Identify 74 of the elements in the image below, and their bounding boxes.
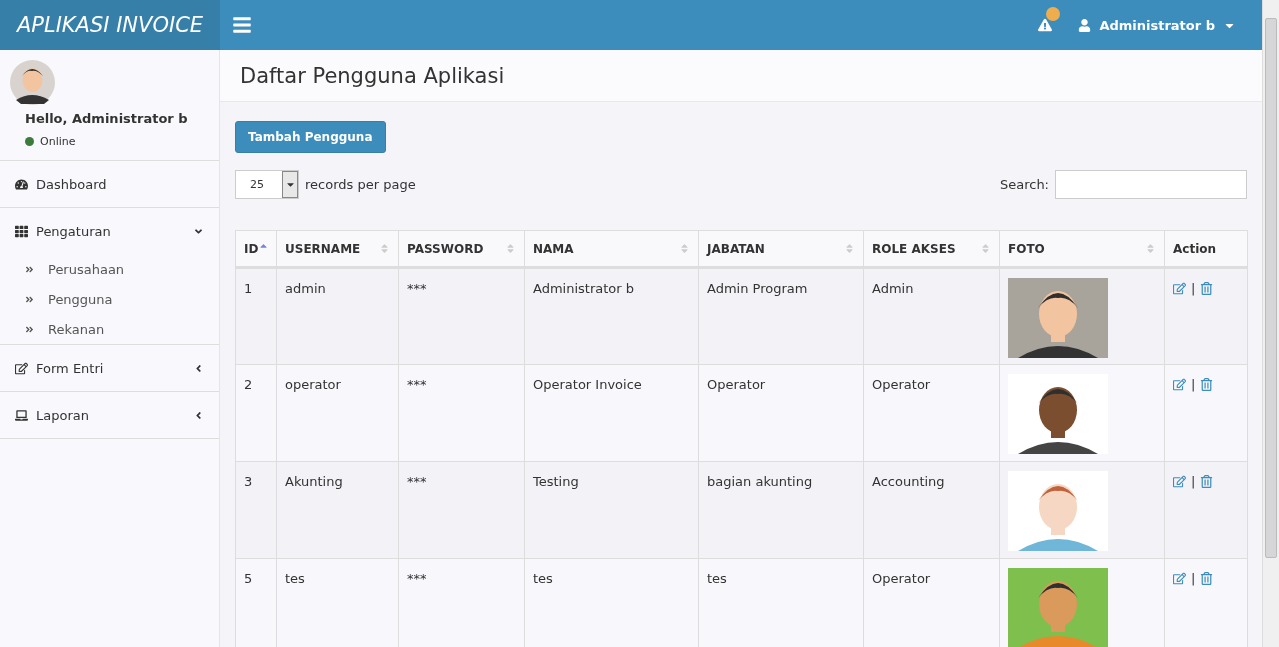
table-cell: tes (276, 558, 399, 647)
table-cell: Testing (524, 461, 699, 559)
user-menu[interactable]: Administrator b (1064, 0, 1262, 50)
column-header[interactable]: USERNAME (276, 230, 399, 268)
page-title: Daftar Pengguna Aplikasi (240, 63, 505, 88)
action-separator: | (1191, 281, 1196, 296)
table-cell: 1 (235, 267, 277, 365)
table-cell: admin (276, 267, 399, 365)
delete-button[interactable] (1200, 378, 1214, 391)
column-header[interactable]: PASSWORD (398, 230, 525, 268)
table-cell: 3 (235, 461, 277, 559)
edit-button[interactable] (1173, 378, 1186, 391)
action-separator: | (1191, 474, 1196, 489)
menu-item-icon (15, 177, 28, 191)
search-field[interactable] (1055, 170, 1247, 199)
table-cell: *** (398, 558, 525, 647)
menu-item-icon (15, 361, 28, 375)
sidebar-item[interactable]: Dashboard (0, 161, 219, 207)
delete-button[interactable] (1200, 572, 1214, 585)
column-header[interactable]: FOTO (999, 230, 1165, 268)
edit-button[interactable] (1173, 475, 1186, 488)
user-icon (1078, 18, 1092, 32)
sidebar-item[interactable]: Laporan (0, 392, 219, 438)
table-cell: tes (698, 558, 864, 647)
submenu-item[interactable]: Pengguna (0, 284, 219, 314)
column-header[interactable]: ID (235, 230, 277, 268)
table-cell: Admin Program (698, 267, 864, 365)
table-cell: tes (524, 558, 699, 647)
column-header[interactable]: Action (1164, 230, 1248, 268)
menu-icon (232, 15, 252, 35)
add-user-button[interactable]: Tambah Pengguna (235, 121, 386, 153)
double-chevron-icon (25, 264, 34, 274)
submenu-item[interactable]: Perusahaan (0, 254, 219, 284)
page-size-select[interactable]: 25 (235, 170, 299, 199)
edit-button[interactable] (1173, 572, 1186, 585)
table-cell: 2 (235, 364, 277, 462)
submenu-item[interactable]: Rekanan (0, 314, 219, 344)
page-size-label: records per page (305, 177, 416, 192)
table-cell: *** (398, 267, 525, 365)
scrollbar[interactable] (1262, 0, 1279, 647)
table-cell: Accounting (863, 461, 1000, 559)
edit-button[interactable] (1173, 282, 1186, 295)
menu-item-icon (15, 224, 28, 238)
user-greeting: Hello, Administrator b (25, 111, 189, 126)
table-cell: Administrator b (524, 267, 699, 365)
table-cell: Operator (863, 364, 1000, 462)
column-header[interactable]: ROLE AKSES (863, 230, 1000, 268)
menu-item-icon (15, 408, 28, 422)
search-label: Search: (999, 177, 1049, 192)
action-separator: | (1191, 571, 1196, 586)
delete-button[interactable] (1200, 475, 1214, 488)
sidebar-item[interactable]: Form Entri (0, 345, 219, 391)
table-cell: Akunting (276, 461, 399, 559)
table-cell: *** (398, 461, 525, 559)
table-cell: 5 (235, 558, 277, 647)
table-cell: *** (398, 364, 525, 462)
table-cell: Operator Invoice (524, 364, 699, 462)
warning-icon (1038, 18, 1053, 32)
column-header[interactable]: JABATAN (698, 230, 864, 268)
delete-button[interactable] (1200, 282, 1214, 295)
avatar (10, 60, 55, 105)
table-cell: Operator (698, 364, 864, 462)
table-cell: Admin (863, 267, 1000, 365)
table-cell: Operator (863, 558, 1000, 647)
action-separator: | (1191, 377, 1196, 392)
double-chevron-icon (25, 294, 34, 304)
status-dot (25, 137, 34, 146)
column-header[interactable]: NAMA (524, 230, 699, 268)
table-cell: bagian akunting (698, 461, 864, 559)
double-chevron-icon (25, 324, 34, 334)
table-cell: operator (276, 364, 399, 462)
app-logo[interactable]: APLIKASI INVOICE (0, 0, 220, 50)
sidebar-item[interactable]: Pengaturan (0, 208, 219, 254)
user-status: Online (40, 135, 76, 148)
